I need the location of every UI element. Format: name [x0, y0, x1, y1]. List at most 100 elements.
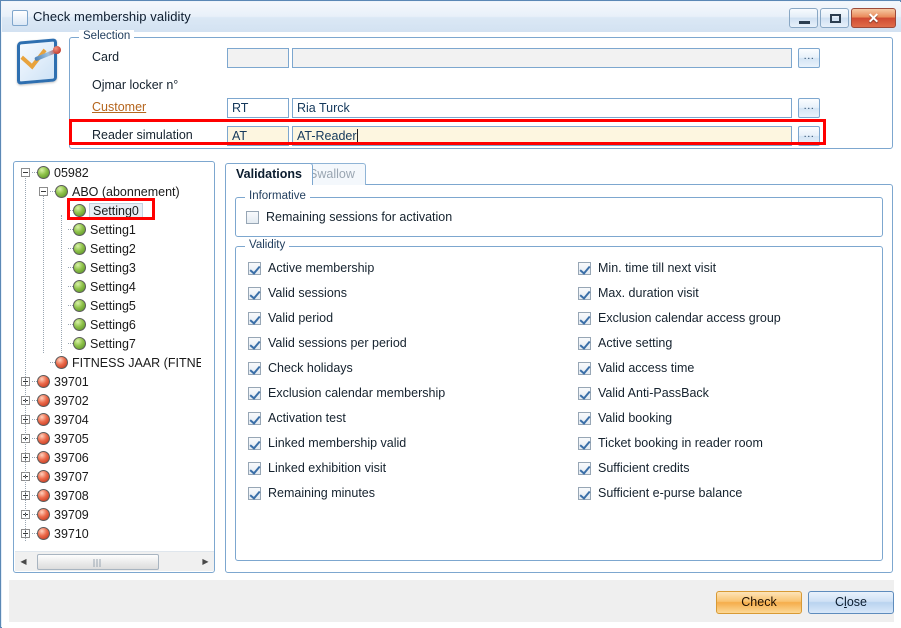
checkbox-row[interactable]: Linked membership valid — [248, 436, 445, 461]
checkbox-row[interactable]: Sufficient credits — [578, 461, 781, 486]
checkbox-label: Linked exhibition visit — [268, 461, 386, 475]
checkbox-row[interactable]: Valid booking — [578, 411, 781, 436]
scrollbar-grip-icon — [94, 559, 103, 567]
scrollbar-thumb[interactable] — [37, 554, 159, 570]
customer-link[interactable]: Customer — [92, 100, 146, 114]
checkbox-row[interactable]: Sufficient e-purse balance — [578, 486, 781, 511]
checkbox-remaining-minutes[interactable] — [248, 487, 261, 500]
scrollbar-track[interactable] — [32, 553, 197, 571]
maximize-button[interactable] — [820, 8, 849, 28]
customer-name-input[interactable]: Ria Turck — [292, 98, 792, 118]
checkbox-label: Active setting — [598, 336, 672, 350]
maximize-icon — [830, 14, 841, 23]
checkbox-valid-booking[interactable] — [578, 412, 591, 425]
close-button-label-rest: ose — [847, 595, 867, 609]
checkbox-row[interactable]: Valid access time — [578, 361, 781, 386]
checkbox-row[interactable]: Valid sessions — [248, 286, 445, 311]
checkbox-label: Min. time till next visit — [598, 261, 716, 275]
customer-browse-button[interactable]: ... — [798, 98, 820, 118]
checkbox-row[interactable]: Ticket booking in reader room — [578, 436, 781, 461]
checkbox-linked-membership-valid[interactable] — [248, 437, 261, 450]
close-button-titlebar[interactable]: ✕ — [851, 8, 896, 28]
checkbox-min-time-till-next-visit[interactable] — [578, 262, 591, 275]
card-value-input[interactable] — [292, 48, 792, 68]
tree-collapse-icon[interactable] — [39, 187, 48, 196]
selection-row-customer: Customer RT Ria Turck ... — [70, 98, 892, 120]
scroll-left-arrow-icon[interactable]: ◀ — [15, 553, 32, 571]
checkbox-sufficient-credits[interactable] — [578, 462, 591, 475]
checkbox-row[interactable]: Valid Anti-PassBack — [578, 386, 781, 411]
checkbox-valid-sessions-per-period[interactable] — [248, 337, 261, 350]
tree-node[interactable]: 39708 — [15, 486, 201, 505]
checkbox-row[interactable]: Exclusion calendar membership — [248, 386, 445, 411]
status-red-icon — [37, 489, 50, 502]
tree-node[interactable]: 39710 — [15, 524, 201, 542]
reader-simulation-code-input[interactable]: AT — [227, 126, 289, 146]
checkbox-max-duration-visit[interactable] — [578, 287, 591, 300]
customer-code-input[interactable]: RT — [227, 98, 289, 118]
tree-collapse-icon[interactable] — [21, 168, 30, 177]
checkbox-sufficient-e-purse-balance[interactable] — [578, 487, 591, 500]
checkbox-check-holidays[interactable] — [248, 362, 261, 375]
tree-vertical-line — [43, 196, 44, 353]
selection-row-ojmar-locker: Ojmar locker n° — [70, 76, 892, 98]
reader-simulation-browse-button[interactable]: ... — [798, 126, 820, 146]
tree-node[interactable]: 39702 — [15, 391, 201, 410]
tree-node[interactable]: 39709 — [15, 505, 201, 524]
checkbox-label: Valid sessions — [268, 286, 347, 300]
close-button-label-prefix: C — [835, 595, 844, 609]
tree-horizontal-scrollbar[interactable]: ◀ ▶ — [15, 551, 214, 571]
minimize-button[interactable] — [789, 8, 818, 28]
selection-row-card: Card ... — [70, 48, 892, 70]
checkbox-ticket-booking-in-reader-room[interactable] — [578, 437, 591, 450]
checkbox-exclusion-calendar-access-group[interactable] — [578, 312, 591, 325]
checkbox-valid-sessions[interactable] — [248, 287, 261, 300]
tree-vertical-line — [61, 215, 62, 353]
tree-node[interactable]: 39706 — [15, 448, 201, 467]
checkbox-label: Check holidays — [268, 361, 353, 375]
reader-simulation-value-input[interactable]: AT-Reader — [292, 126, 792, 146]
checkbox-valid-anti-passback[interactable] — [578, 387, 591, 400]
membership-tree-panel[interactable]: 05982ABO (abonnement)Setting0Setting1Set… — [13, 161, 215, 573]
checkbox-active-membership[interactable] — [248, 262, 261, 275]
check-clipboard-pen-icon — [15, 37, 61, 83]
selection-row-reader-simulation: Reader simulation AT AT-Reader ... — [70, 126, 892, 148]
checkbox-row[interactable]: Active setting — [578, 336, 781, 361]
checkbox-row[interactable]: Min. time till next visit — [578, 261, 781, 286]
status-green-icon — [73, 242, 86, 255]
checkbox-row[interactable]: Active membership — [248, 261, 445, 286]
checkbox-activation-test[interactable] — [248, 412, 261, 425]
checkbox-active-setting[interactable] — [578, 337, 591, 350]
checkbox-row[interactable]: Check holidays — [248, 361, 445, 386]
tree-node-label: Setting1 — [90, 223, 139, 237]
tab-validations[interactable]: Validations — [225, 163, 313, 185]
card-code-input[interactable] — [227, 48, 289, 68]
checkbox-row[interactable]: Linked exhibition visit — [248, 461, 445, 486]
checkbox-valid-access-time[interactable] — [578, 362, 591, 375]
checkbox-row[interactable]: Remaining minutes — [248, 486, 445, 511]
checkbox-row[interactable]: Valid sessions per period — [248, 336, 445, 361]
tree-node[interactable]: 39701 — [15, 372, 201, 391]
checkbox-valid-period[interactable] — [248, 312, 261, 325]
checkbox-remaining-sessions-for-activation[interactable] — [246, 211, 259, 224]
checkbox-label: Remaining minutes — [268, 486, 375, 500]
tree-node[interactable]: 39707 — [15, 467, 201, 486]
checkbox-label: Sufficient e-purse balance — [598, 486, 742, 500]
scroll-right-arrow-icon[interactable]: ▶ — [197, 553, 214, 571]
tree-node[interactable]: 05982 — [15, 163, 201, 182]
check-button[interactable]: Check — [716, 591, 802, 614]
tree-node[interactable]: 39705 — [15, 429, 201, 448]
checkbox-exclusion-calendar-membership[interactable] — [248, 387, 261, 400]
checkbox-row[interactable]: Valid period — [248, 311, 445, 336]
checkbox-row[interactable]: Max. duration visit — [578, 286, 781, 311]
checkbox-row[interactable]: Exclusion calendar access group — [578, 311, 781, 336]
checkbox-linked-exhibition-visit[interactable] — [248, 462, 261, 475]
close-button[interactable]: Close — [808, 591, 894, 614]
tree-node[interactable]: 39704 — [15, 410, 201, 429]
card-browse-button[interactable]: ... — [798, 48, 820, 68]
checkbox-row[interactable]: Activation test — [248, 411, 445, 436]
checkbox-row-remaining-sessions[interactable]: Remaining sessions for activation — [246, 210, 452, 224]
status-red-icon — [37, 413, 50, 426]
tab-strip: Validations Swallow — [225, 163, 893, 185]
tree-node[interactable]: FITNESS JAAR (FITNESS — [15, 353, 201, 372]
